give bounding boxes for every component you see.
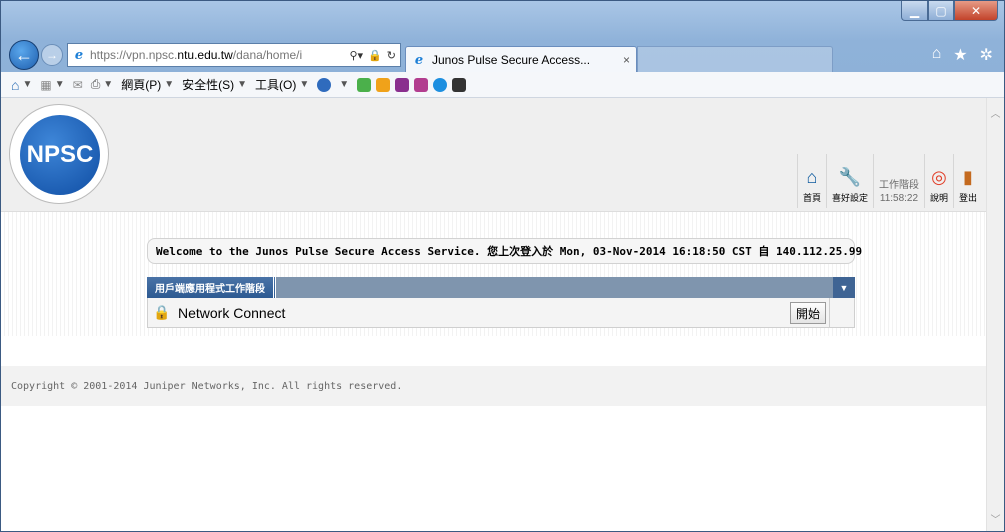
chevron-down-icon: ▼ (339, 79, 350, 90)
mail-icon: ✉ (72, 77, 83, 92)
tab-active[interactable]: e Junos Pulse Secure Access... × (405, 46, 637, 73)
url-scheme: https://vpn.npsc. (90, 48, 178, 62)
lock-icon[interactable]: 🔒 (368, 49, 382, 62)
chevron-down-icon: ▼ (22, 79, 33, 90)
tools-menu-label: 工具(O) (255, 78, 297, 92)
page-header: NPSC ⌂ 首頁 🔧 喜好設定 工作階段 11:58:22 ◎ 說明 ▮ 登出 (1, 98, 986, 212)
home-icon: ⌂ (806, 167, 818, 187)
page-footer: Copyright © 2001-2014 Juniper Networks, … (1, 366, 986, 406)
addon-icon[interactable] (376, 77, 391, 92)
client-apps-tab[interactable]: 用戶端應用程式工作階段 (147, 277, 276, 298)
navigation-bar: ← → e https://vpn.npsc.ntu.edu.tw/dana/h… (9, 37, 999, 73)
url-host: ntu.edu.tw (177, 48, 233, 62)
wrench-icon: 🔧 (838, 167, 862, 187)
session-time: 11:58:22 (879, 193, 919, 204)
tab-close-icon[interactable]: × (623, 53, 630, 67)
scroll-up-arrow[interactable]: ︿ (987, 104, 1004, 121)
favorites-star-icon[interactable]: ★ (953, 45, 967, 65)
top-navigation: ⌂ 首頁 🔧 喜好設定 工作階段 11:58:22 ◎ 說明 ▮ 登出 (796, 154, 982, 208)
safety-menu[interactable]: 安全性(S) ▼ (182, 76, 247, 93)
chevron-down-icon: ▼ (54, 79, 65, 90)
panel-collapse-button[interactable]: ▼ (833, 277, 855, 298)
url-text[interactable]: https://vpn.npsc.ntu.edu.tw/dana/home/i (90, 48, 346, 62)
snip-icon[interactable] (452, 77, 467, 92)
tab-title: Junos Pulse Secure Access... (432, 53, 591, 67)
nav-help-label: 說明 (929, 193, 948, 203)
session-label: 工作階段 (878, 180, 919, 191)
messenger-icon[interactable] (357, 77, 372, 92)
welcome-message: Welcome to the Junos Pulse Secure Access… (147, 238, 862, 264)
skype-icon[interactable] (433, 77, 448, 92)
network-connect-icon: 🔒 (153, 304, 171, 320)
lifebuoy-icon: ◎ (931, 167, 947, 187)
nav-help[interactable]: ◎ 說明 (923, 154, 953, 208)
send-icon[interactable] (414, 77, 429, 92)
cmd-feeds[interactable]: ▦ ▼ (40, 78, 64, 92)
back-button[interactable]: ← (9, 40, 39, 70)
ie-page-icon: e (74, 47, 84, 63)
client-apps-panel-header: 用戶端應用程式工作階段 ▼ (147, 277, 855, 298)
close-window-button[interactable]: ✕ (954, 1, 998, 21)
safety-menu-label: 安全性(S) (182, 78, 235, 92)
cmd-mail[interactable]: ✉ (73, 78, 83, 92)
door-icon: ▮ (963, 167, 973, 187)
forward-button[interactable]: → (41, 44, 63, 66)
minimize-button[interactable]: ▁ (901, 1, 928, 21)
chevron-down-icon: ▼ (103, 79, 114, 90)
browser-right-icons: ⌂ ★ ✲ (932, 45, 999, 65)
scroll-down-arrow[interactable]: ﹀ (987, 510, 1004, 527)
url-path: /dana/home/i (232, 48, 303, 62)
session-timer: 工作階段 11:58:22 (872, 154, 924, 208)
help-icon (317, 77, 332, 92)
nav-preferences-label: 喜好設定 (831, 193, 868, 203)
nav-home-label: 首頁 (802, 193, 821, 203)
new-tab-area[interactable] (637, 46, 833, 73)
row-divider (829, 298, 830, 328)
onenote-icon[interactable] (395, 77, 410, 92)
chevron-down-icon: ▼ (164, 79, 175, 90)
npsc-logo: NPSC (9, 104, 109, 204)
print-icon: ⎙ (90, 77, 101, 91)
address-bar[interactable]: e https://vpn.npsc.ntu.edu.tw/dana/home/… (67, 43, 401, 67)
address-tools: ⚲▾ 🔒 ↻ (350, 49, 397, 62)
feeds-icon: ▦ (40, 77, 52, 92)
vertical-scrollbar[interactable]: ︿ ﹀ (986, 98, 1004, 531)
chevron-down-icon: ▼ (237, 79, 248, 90)
tools-menu[interactable]: 工具(O) ▼ (255, 76, 309, 93)
cmd-print[interactable]: ⎙ ▼ (91, 77, 114, 92)
window-controls: ▁ ▢ ✕ (901, 1, 998, 21)
logo-globe: NPSC (20, 115, 100, 195)
network-connect-label: Network Connect (178, 304, 286, 321)
settings-gear-icon[interactable]: ✲ (980, 45, 993, 65)
command-bar: ⌂ ▼ ▦ ▼ ✉ ⎙ ▼ 網頁(P) ▼ 安全性(S) ▼ 工具(O) ▼ ▼ (1, 72, 1004, 98)
tab-ie-icon: e (414, 52, 424, 68)
page-menu[interactable]: 網頁(P) ▼ (121, 76, 174, 93)
maximize-button[interactable]: ▢ (928, 1, 954, 21)
start-button[interactable]: 開始 (789, 302, 826, 324)
page-menu-label: 網頁(P) (121, 78, 162, 92)
nav-preferences[interactable]: 🔧 喜好設定 (825, 154, 873, 208)
chevron-down-icon: ▼ (299, 79, 310, 90)
refresh-icon[interactable]: ↻ (387, 49, 396, 62)
web-page: NPSC ⌂ 首頁 🔧 喜好設定 工作階段 11:58:22 ◎ 說明 ▮ 登出 (1, 98, 986, 531)
cmd-home[interactable]: ⌂ ▼ (11, 77, 32, 93)
nav-logout-label: 登出 (958, 193, 977, 203)
home-icon[interactable]: ⌂ (932, 45, 942, 65)
home-icon: ⌂ (11, 76, 20, 93)
nav-logout[interactable]: ▮ 登出 (952, 154, 982, 208)
copyright-text: Copyright © 2001-2014 Juniper Networks, … (11, 380, 403, 392)
nav-home[interactable]: ⌂ 首頁 (796, 154, 826, 208)
search-icon[interactable]: ⚲▾ (350, 49, 364, 62)
network-connect-row: 🔒 Network Connect 開始 (147, 298, 855, 328)
help-menu[interactable]: ▼ (317, 77, 350, 92)
